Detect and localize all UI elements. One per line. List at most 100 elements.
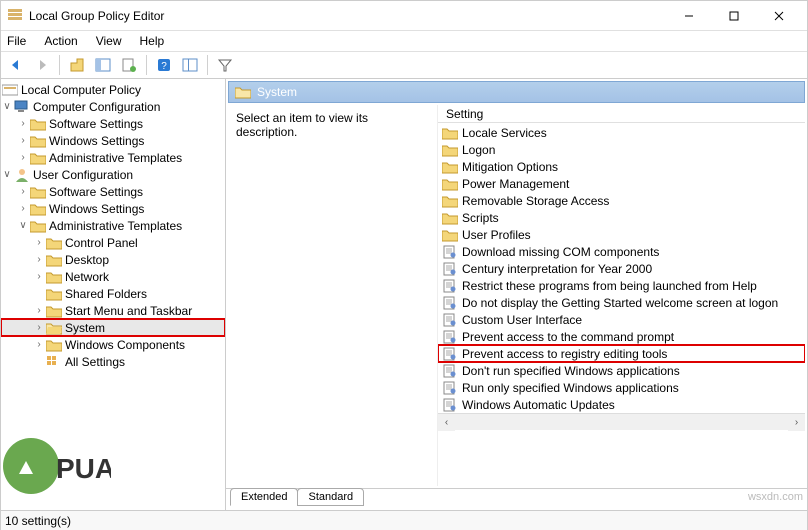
tree-computer-config[interactable]: ∨ Computer Configuration	[1, 98, 225, 115]
tree-uc-admin[interactable]: ∨ Administrative Templates	[1, 217, 225, 234]
tree-startmenu[interactable]: › Start Menu and Taskbar	[1, 302, 225, 319]
tree-cc-software[interactable]: › Software Settings	[1, 115, 225, 132]
expand-icon[interactable]: ›	[33, 254, 45, 265]
watermark: wsxdn.com	[748, 491, 803, 503]
filter-options-button[interactable]	[179, 54, 201, 76]
minimize-button[interactable]	[666, 1, 711, 30]
folder-icon	[442, 126, 458, 140]
statusbar: 10 setting(s)	[1, 510, 807, 530]
setting-policy[interactable]: Windows Automatic Updates	[438, 396, 805, 413]
tree-root[interactable]: Local Computer Policy	[1, 81, 225, 98]
folder-icon	[30, 185, 46, 199]
expand-icon[interactable]: ∨	[1, 101, 13, 112]
horizontal-scrollbar[interactable]: ‹ ›	[438, 413, 805, 430]
folder-icon	[442, 143, 458, 157]
menu-view[interactable]: View	[96, 34, 122, 48]
folder-icon	[30, 219, 46, 233]
expand-icon[interactable]: ›	[33, 322, 45, 333]
folder-icon	[442, 228, 458, 242]
show-hide-tree-button[interactable]	[92, 54, 114, 76]
tree-all-settings[interactable]: All Settings	[1, 353, 225, 370]
policy-icon	[442, 245, 458, 259]
settings-panel: Setting Locale Services LogonMitigation O…	[438, 105, 805, 486]
tree-label: Windows Settings	[49, 202, 144, 216]
menu-file[interactable]: File	[7, 34, 26, 48]
scroll-track[interactable]	[455, 414, 788, 431]
tree-cc-admin[interactable]: › Administrative Templates	[1, 149, 225, 166]
setting-policy[interactable]: Prevent access to the command prompt	[438, 328, 805, 345]
properties-button[interactable]	[118, 54, 140, 76]
tree-desktop[interactable]: › Desktop	[1, 251, 225, 268]
folder-icon	[46, 338, 62, 352]
scroll-right-button[interactable]: ›	[788, 414, 805, 431]
scroll-left-button[interactable]: ‹	[438, 414, 455, 431]
folder-icon	[442, 194, 458, 208]
tab-standard[interactable]: Standard	[297, 488, 364, 506]
expand-icon[interactable]: ›	[17, 135, 29, 146]
policy-icon	[442, 262, 458, 276]
setting-label: Prevent access to the command prompt	[462, 330, 674, 344]
back-button[interactable]	[5, 54, 27, 76]
setting-folder[interactable]: Mitigation Options	[438, 158, 805, 175]
policy-icon	[442, 296, 458, 310]
tab-extended[interactable]: Extended	[230, 488, 298, 506]
setting-policy[interactable]: Download missing COM components	[438, 243, 805, 260]
expand-icon[interactable]: ∨	[1, 169, 13, 180]
setting-folder[interactable]: User Profiles	[438, 226, 805, 243]
expand-icon[interactable]: ∨	[17, 220, 29, 231]
settings-column-header[interactable]: Setting	[438, 105, 805, 123]
tree-shared-folders[interactable]: Shared Folders	[1, 285, 225, 302]
setting-label: Logon	[462, 143, 495, 157]
expand-icon[interactable]: ›	[33, 339, 45, 350]
setting-policy[interactable]: Run only specified Windows applications	[438, 379, 805, 396]
setting-folder[interactable]: Power Management	[438, 175, 805, 192]
tree-label: Start Menu and Taskbar	[65, 304, 192, 318]
tree-uc-windows[interactable]: › Windows Settings	[1, 200, 225, 217]
view-tabs: Extended Standard	[226, 488, 807, 510]
tree-uc-software[interactable]: › Software Settings	[1, 183, 225, 200]
setting-policy[interactable]: Do not display the Getting Started welco…	[438, 294, 805, 311]
setting-label: Century interpretation for Year 2000	[462, 262, 652, 276]
tree-user-config[interactable]: ∨ User Configuration	[1, 166, 225, 183]
tab-label: Standard	[308, 491, 353, 503]
expand-icon[interactable]: ›	[17, 186, 29, 197]
tree-network[interactable]: › Network	[1, 268, 225, 285]
tree-system[interactable]: › System	[1, 319, 225, 336]
tree-control-panel[interactable]: › Control Panel	[1, 234, 225, 251]
tree-label: System	[65, 321, 105, 335]
tree-label: Shared Folders	[65, 287, 147, 301]
folder-icon	[46, 236, 62, 250]
expand-icon[interactable]: ›	[17, 203, 29, 214]
close-button[interactable]	[756, 1, 801, 30]
titlebar: Local Group Policy Editor	[1, 1, 807, 31]
up-button[interactable]	[66, 54, 88, 76]
setting-label: Run only specified Windows applications	[462, 381, 679, 395]
forward-button	[31, 54, 53, 76]
expand-icon[interactable]: ›	[33, 305, 45, 316]
menu-action[interactable]: Action	[44, 34, 77, 48]
tree-cc-windows[interactable]: › Windows Settings	[1, 132, 225, 149]
policy-icon	[442, 330, 458, 344]
setting-folder[interactable]: Locale Services	[438, 124, 805, 141]
setting-policy[interactable]: Century interpretation for Year 2000	[438, 260, 805, 277]
tree-windows-components[interactable]: › Windows Components	[1, 336, 225, 353]
setting-label: Do not display the Getting Started welco…	[462, 296, 778, 310]
setting-policy[interactable]: Custom User Interface	[438, 311, 805, 328]
setting-label: Don't run specified Windows applications	[462, 364, 680, 378]
help-button[interactable]: ?	[153, 54, 175, 76]
expand-icon[interactable]: ›	[17, 152, 29, 163]
setting-policy[interactable]: Don't run specified Windows applications	[438, 362, 805, 379]
setting-folder[interactable]: Logon	[438, 141, 805, 158]
setting-policy[interactable]: Prevent access to registry editing tools	[438, 345, 805, 362]
folder-icon	[442, 160, 458, 174]
expand-icon[interactable]: ›	[17, 118, 29, 129]
setting-policy[interactable]: Restrict these programs from being launc…	[438, 277, 805, 294]
setting-label: Custom User Interface	[462, 313, 582, 327]
filter-button[interactable]	[214, 54, 236, 76]
expand-icon[interactable]: ›	[33, 237, 45, 248]
setting-folder[interactable]: Removable Storage Access	[438, 192, 805, 209]
menu-help[interactable]: Help	[140, 34, 165, 48]
maximize-button[interactable]	[711, 1, 756, 30]
setting-folder[interactable]: Scripts	[438, 209, 805, 226]
expand-icon[interactable]: ›	[33, 271, 45, 282]
